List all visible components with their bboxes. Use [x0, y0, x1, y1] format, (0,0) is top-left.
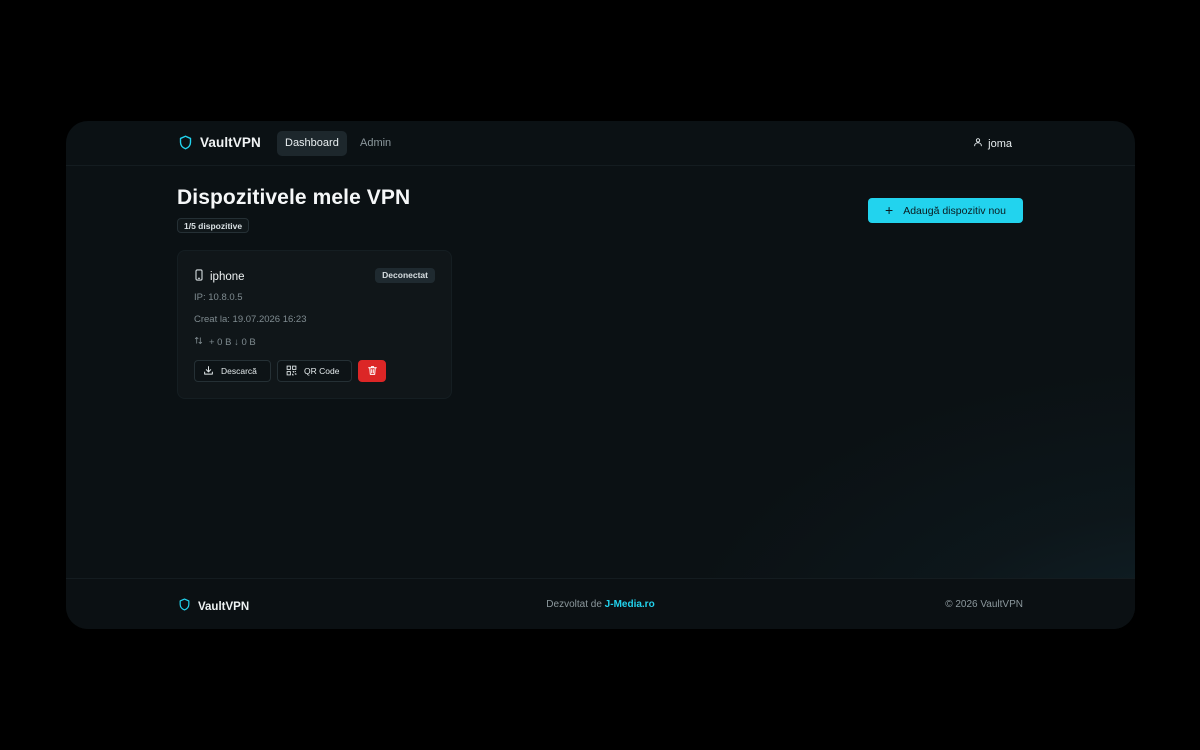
user-name: joma	[988, 137, 1012, 150]
plus-icon: +	[885, 202, 894, 218]
device-actions: Descarcă QR Code	[194, 360, 386, 382]
brand-logo[interactable]: VaultVPN	[178, 134, 261, 151]
top-nav: VaultVPN Dashboard Admin joma	[66, 121, 1135, 166]
footer: VaultVPN Dezvoltat de J-Media.ro © 2026 …	[66, 578, 1135, 629]
qr-code-button[interactable]: QR Code	[277, 360, 352, 382]
qr-code-icon	[286, 365, 297, 378]
app-window: VaultVPN Dashboard Admin joma Dispozitiv…	[66, 121, 1135, 629]
user-menu[interactable]: joma	[973, 137, 1012, 150]
device-ip: IP: 10.8.0.5	[194, 292, 243, 303]
add-device-label: Adaugă dispozitiv nou	[903, 204, 1006, 217]
device-header: iphone	[194, 268, 245, 286]
status-badge: Deconectat	[375, 268, 435, 283]
device-card: iphone Deconectat IP: 10.8.0.5 Creat la:…	[177, 250, 452, 399]
device-count-badge: 1/5 dispozitive	[177, 218, 250, 233]
user-icon	[973, 137, 983, 150]
shield-icon	[178, 134, 193, 151]
download-icon	[203, 365, 214, 378]
device-name: iphone	[210, 271, 245, 283]
brand-name: VaultVPN	[200, 135, 261, 150]
nav-tab-dashboard[interactable]: Dashboard	[277, 131, 347, 156]
qr-code-label: QR Code	[304, 366, 340, 376]
add-device-button[interactable]: + Adaugă dispozitiv nou	[868, 198, 1023, 223]
download-label: Descarcă	[221, 366, 257, 376]
delete-button[interactable]	[358, 360, 386, 382]
download-button[interactable]: Descarcă	[194, 360, 271, 382]
credit-link[interactable]: J-Media.ro	[605, 599, 655, 610]
page-title: Dispozitivele mele VPN	[177, 186, 411, 209]
phone-icon	[194, 268, 204, 286]
device-traffic: + 0 B ↓ 0 B	[194, 336, 256, 348]
trash-icon	[367, 365, 378, 378]
nav-tab-admin[interactable]: Admin	[352, 131, 399, 156]
copyright: © 2026 VaultVPN	[945, 599, 1023, 610]
traffic-value: + 0 B ↓ 0 B	[209, 336, 256, 348]
credit-prefix: Dezvoltat de	[546, 599, 602, 610]
transfer-icon	[194, 336, 203, 348]
device-created-date: Creat la: 19.07.2026 16:23	[194, 314, 307, 325]
